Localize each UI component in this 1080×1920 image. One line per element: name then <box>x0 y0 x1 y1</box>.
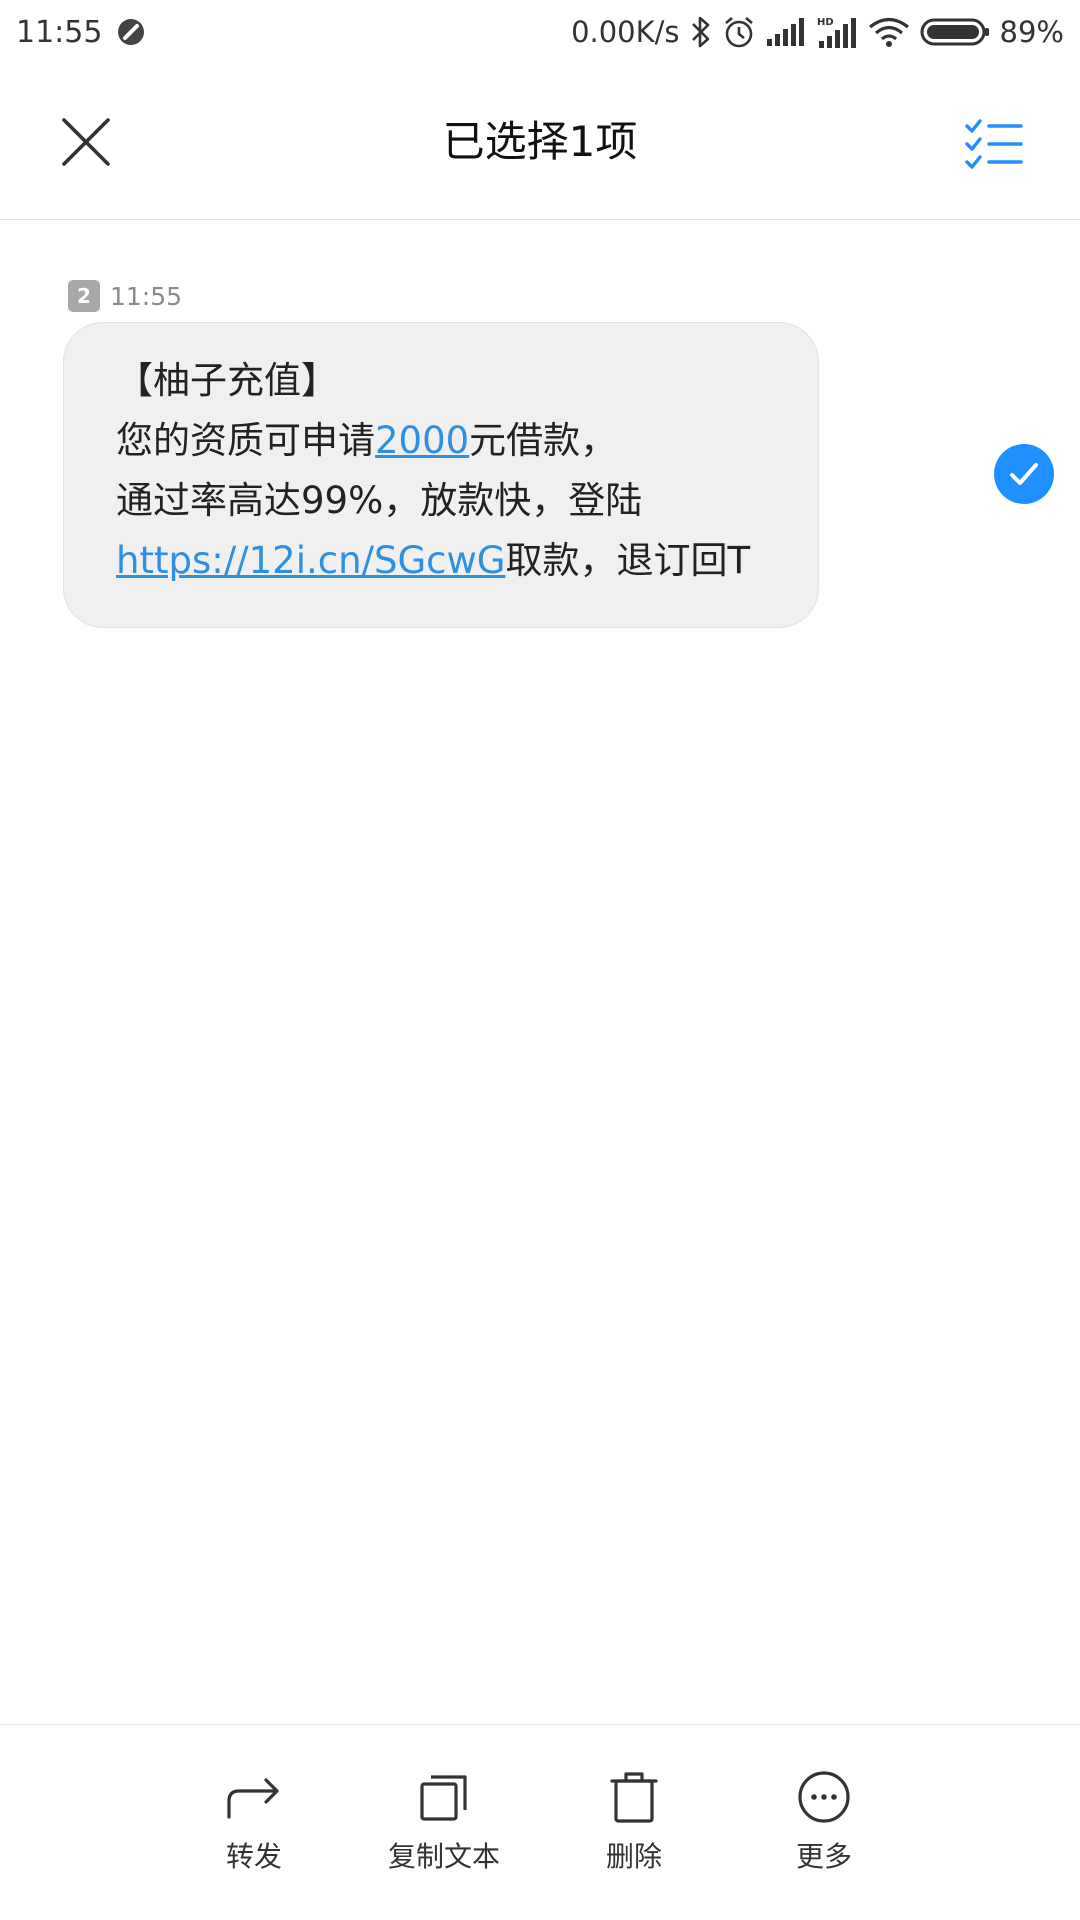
copy-icon <box>414 1767 474 1827</box>
select-all-button[interactable] <box>964 114 1024 174</box>
bottom-action-bar: 转发 复制文本 删除 更多 <box>0 1724 1080 1920</box>
more-label: 更多 <box>795 1840 852 1873</box>
check-icon <box>1010 463 1038 485</box>
delete-label: 删除 <box>605 1840 662 1873</box>
message-time: 11:55 <box>110 281 183 311</box>
trash-icon <box>604 1767 664 1827</box>
dnd-icon <box>116 17 146 47</box>
message-line-4: https://12i.cn/SGcwG取款，退订回T <box>116 531 778 591</box>
message-select-checkbox[interactable] <box>994 444 1054 504</box>
bluetooth-icon <box>690 15 712 49</box>
status-bar-right: 0.00K/s HD 89% <box>571 15 1064 49</box>
selection-header: 已选择1项 <box>0 64 1080 220</box>
battery-percent: 89% <box>999 15 1064 49</box>
sim-badge: 2 <box>68 280 100 312</box>
forward-label: 转发 <box>225 1840 282 1873</box>
forward-icon <box>224 1767 284 1827</box>
status-time: 11:55 <box>16 14 103 50</box>
message-text: 取款，退订回T <box>505 539 751 582</box>
status-bar: 11:55 0.00K/s HD 89% <box>0 0 1080 64</box>
delete-button[interactable]: 删除 <box>559 1767 709 1875</box>
signal-icon <box>766 17 806 47</box>
message-line-1: 【柚子充值】 <box>116 359 338 402</box>
alarm-icon <box>722 15 756 49</box>
more-icon <box>794 1767 854 1827</box>
message-line-3: 通过率高达99%，放款快，登陆 <box>116 479 643 522</box>
message-bubble[interactable]: 【柚子充值】 您的资质可申请2000元借款， 通过率高达99%，放款快，登陆 h… <box>63 322 819 628</box>
amount-link[interactable]: 2000 <box>375 419 469 462</box>
more-button[interactable]: 更多 <box>749 1767 899 1875</box>
net-speed: 0.00K/s <box>571 15 680 49</box>
checklist-icon <box>965 119 1023 169</box>
page-title: 已选择1项 <box>442 117 638 166</box>
battery-icon <box>920 17 990 47</box>
message-text: 您的资质可申请 <box>116 419 375 462</box>
message-line-2: 您的资质可申请2000元借款， <box>116 411 778 471</box>
hd-signal-icon: HD <box>816 15 858 49</box>
copy-text-button[interactable]: 复制文本 <box>369 1767 519 1875</box>
wifi-icon <box>868 16 910 48</box>
svg-text:HD: HD <box>817 17 834 28</box>
message-text: 元借款， <box>469 419 618 462</box>
status-bar-left: 11:55 <box>16 15 146 50</box>
forward-button[interactable]: 转发 <box>179 1767 329 1875</box>
copy-text-label: 复制文本 <box>387 1840 500 1873</box>
url-link[interactable]: https://12i.cn/SGcwG <box>116 539 505 582</box>
message-meta: 2 11:55 <box>68 280 182 312</box>
